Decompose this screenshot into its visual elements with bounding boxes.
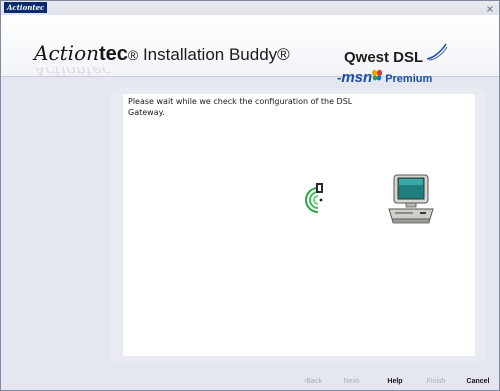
help-button[interactable]: Help — [384, 376, 406, 388]
computer-icon — [388, 174, 434, 224]
qwest-swoosh-icon — [426, 43, 448, 61]
partner-logo: Qwest DSL -msn Premium — [337, 43, 457, 89]
wireless-signal-icon — [305, 183, 323, 213]
product-name: Installation Buddy® — [138, 45, 290, 64]
brand-registered-mark: ® — [127, 47, 139, 63]
premium-label: Premium — [385, 73, 433, 85]
content-area: Please wait while we check the configura… — [123, 94, 475, 356]
next-button[interactable]: Next› — [338, 376, 366, 388]
title-bar: Actiontec × — [1, 1, 499, 15]
button-bar: ‹Back Next› Help Finish Cancel — [1, 371, 499, 391]
brand-reflection: Actiontec — [34, 67, 111, 77]
title-logo: Actiontec — [4, 2, 48, 13]
header-banner: Actiontec® Installation Buddy® Actiontec… — [1, 15, 499, 86]
cancel-button[interactable]: Cancel — [462, 376, 494, 388]
brand-tec-text: tec — [99, 43, 128, 65]
close-button[interactable]: × — [485, 5, 495, 15]
msn-wordmark: msn — [341, 69, 373, 86]
msn-premium-logo: -msn Premium — [337, 69, 432, 87]
installer-window: Actiontec × Actiontec® Installation Budd… — [0, 0, 500, 391]
qwest-dsl-logo: Qwest DSL — [344, 49, 424, 66]
status-message: Please wait while we check the configura… — [128, 97, 353, 117]
back-button[interactable]: ‹Back — [298, 376, 328, 388]
brand-logo: Actiontec® Installation Buddy® — [34, 41, 290, 67]
msn-butterfly-icon — [372, 69, 383, 81]
finish-button[interactable]: Finish — [422, 376, 450, 388]
brand-script-text: Action — [34, 41, 99, 65]
